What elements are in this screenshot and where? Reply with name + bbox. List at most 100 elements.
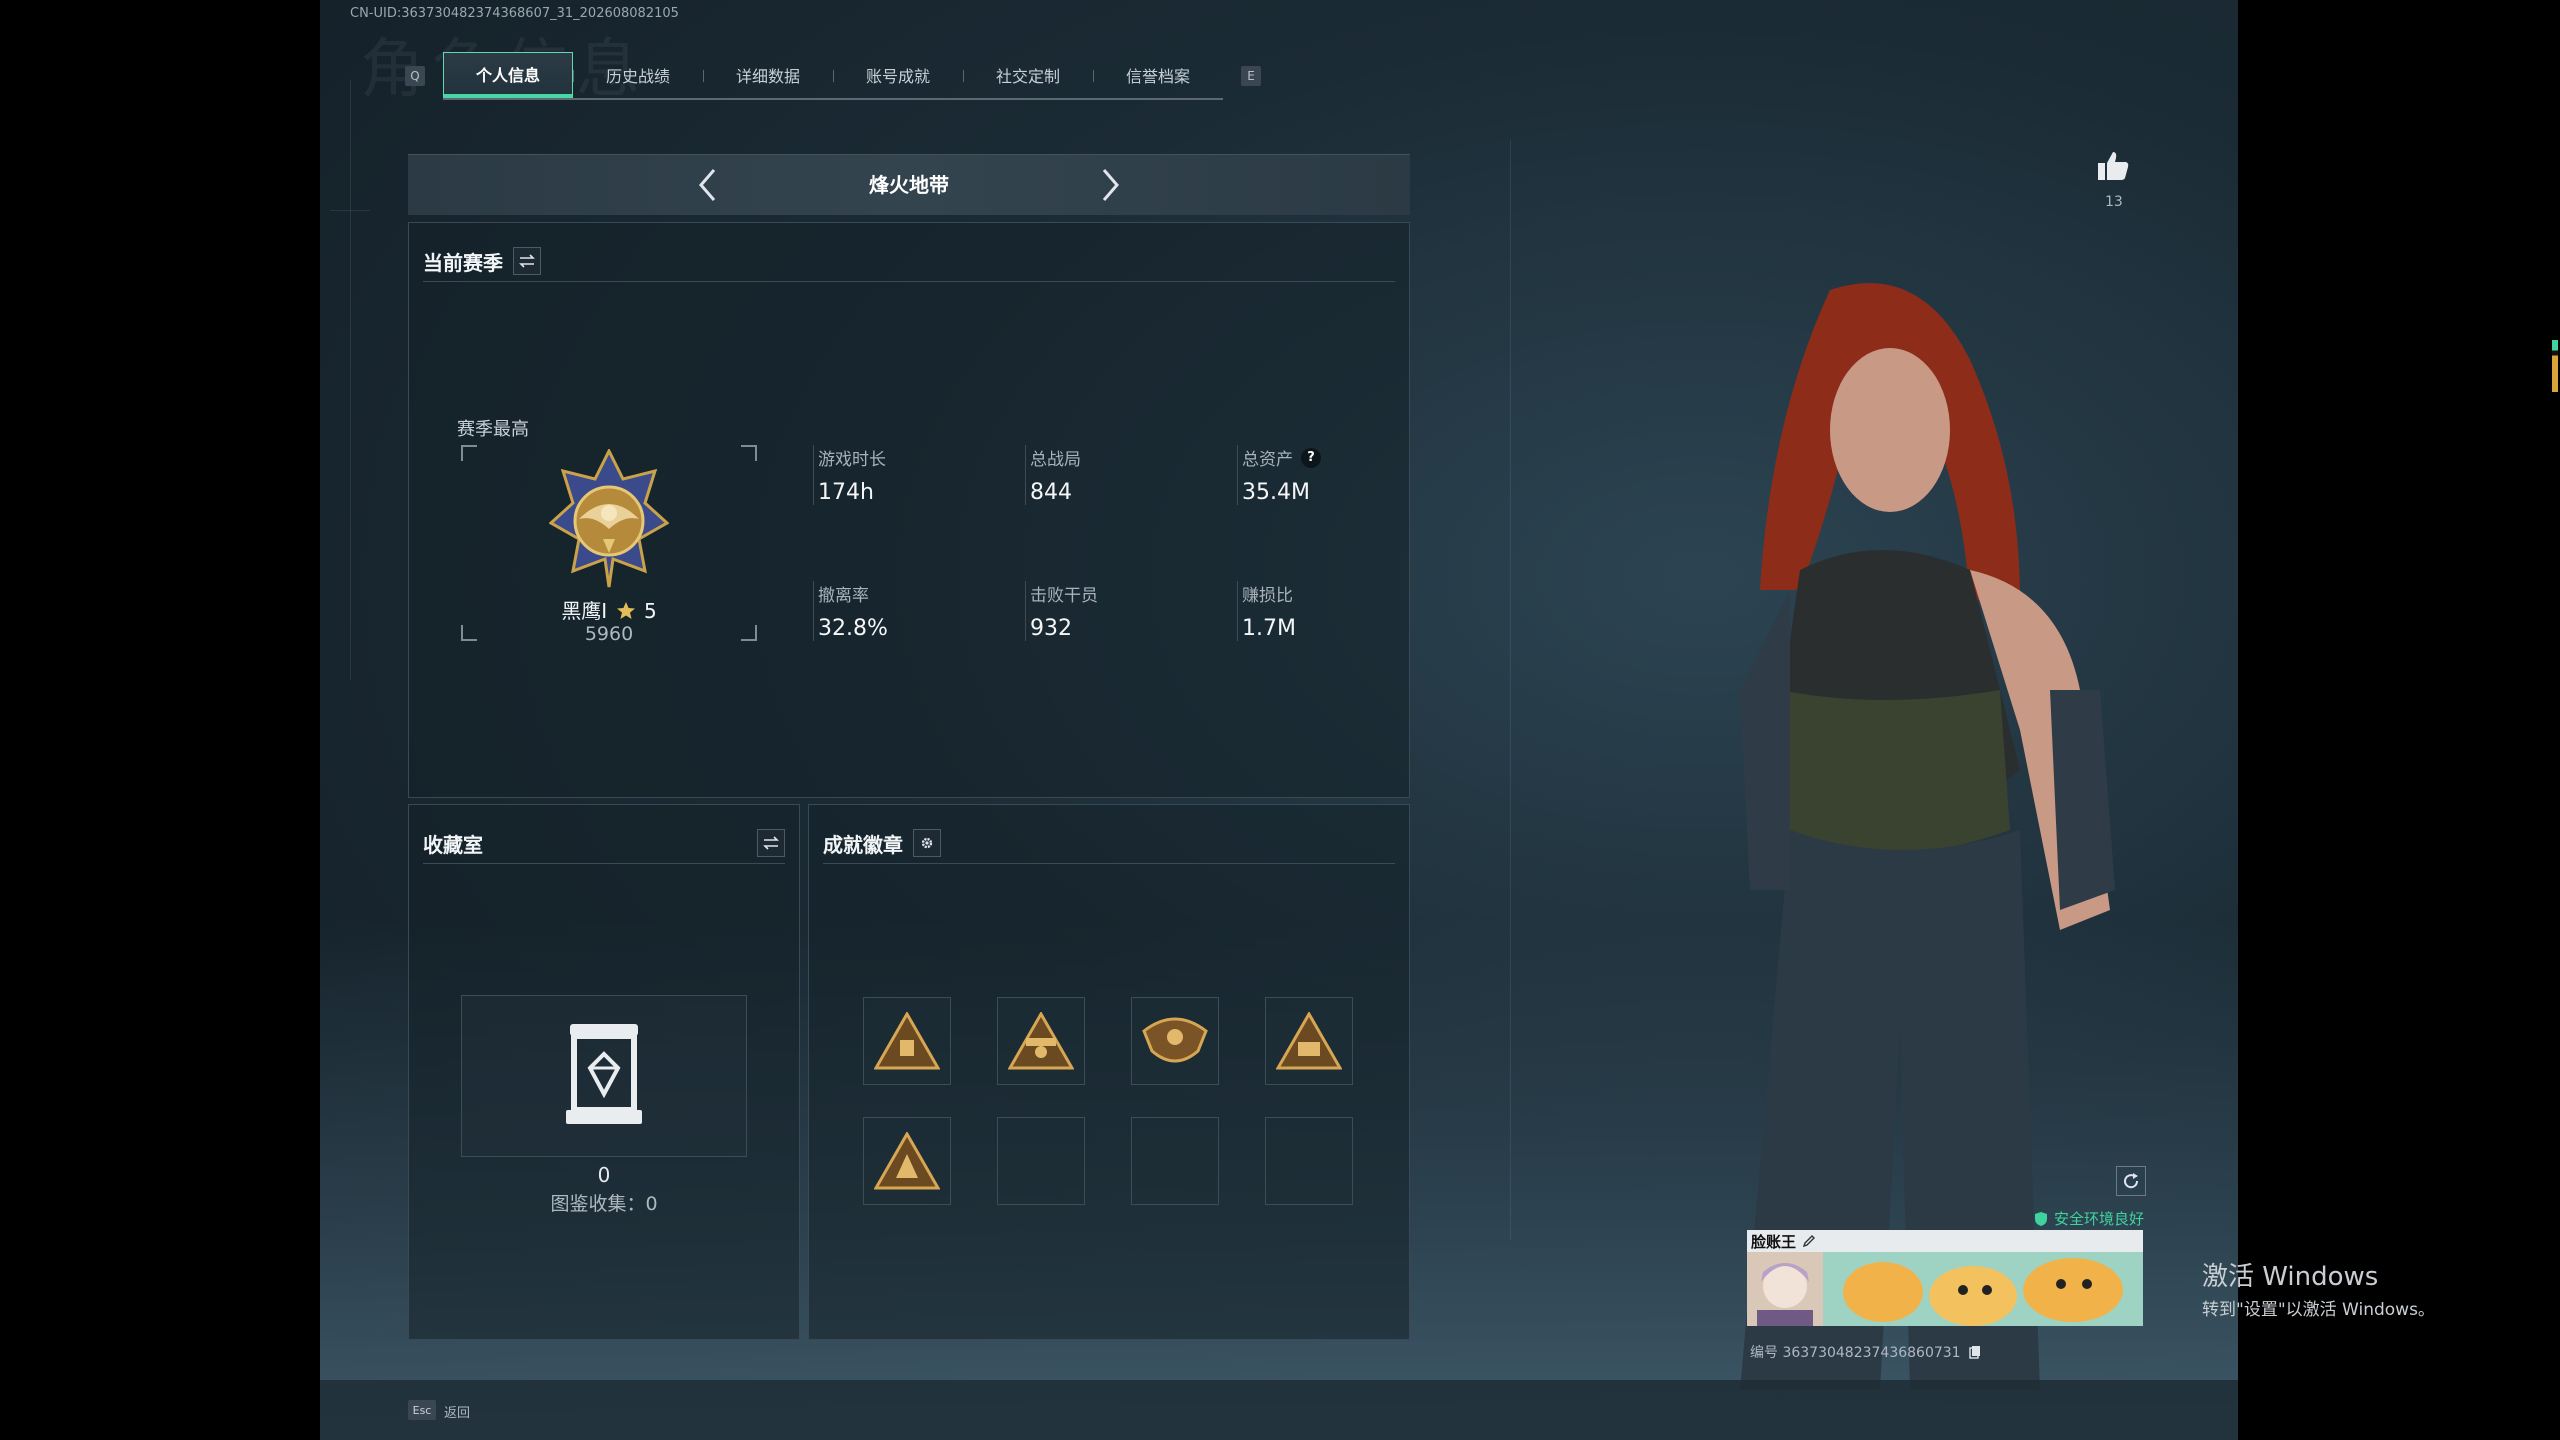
map-selector: 烽火地带	[408, 154, 1410, 215]
black-hawk-rank-emblem	[549, 449, 669, 588]
stat-label: 赚损比	[1242, 586, 1293, 606]
rank-name: 黑鹰I	[561, 599, 608, 623]
collection-display[interactable]	[461, 995, 747, 1157]
copy-icon[interactable]	[1969, 1345, 1981, 1359]
achievement-settings-button[interactable]	[913, 829, 941, 857]
map-name: 烽火地带	[869, 173, 949, 197]
panel-header: 成就徽章	[823, 823, 1395, 864]
collection-panel: 收藏室 0 图鉴收集：0	[408, 804, 800, 1340]
stat-total-matches: 总战局 844	[1025, 445, 1200, 505]
letterbox-left	[0, 0, 320, 1440]
tab-personal-info[interactable]: 个人信息	[443, 52, 573, 98]
badge-slot[interactable]	[863, 997, 951, 1085]
atlas-collection-label: 图鉴收集：0	[550, 1193, 658, 1215]
player-id-text: 编号 36373048237436860731	[1750, 1345, 1961, 1361]
achievement-panel: 成就徽章	[808, 804, 1410, 1340]
rank-stars: 5	[643, 599, 657, 623]
badge-slot[interactable]	[997, 997, 1085, 1085]
triangle-badge-icon	[874, 1012, 940, 1070]
environment-status: 安全环境良好	[2034, 1208, 2144, 1229]
chevron-left-icon	[699, 169, 716, 201]
badge-slot[interactable]	[863, 1117, 951, 1205]
divider	[423, 281, 1395, 282]
swap-icon	[763, 836, 779, 850]
panel-header: 当前赛季	[423, 241, 1395, 281]
badge-slot-empty[interactable]	[1131, 1117, 1219, 1205]
bottom-bar	[320, 1380, 2238, 1440]
map-prev-button[interactable]	[692, 169, 724, 201]
tab-account-achievements[interactable]: 账号成就	[833, 52, 963, 98]
achievement-title: 成就徽章	[823, 832, 903, 857]
badge-slot[interactable]	[1265, 997, 1353, 1085]
stat-value: 174h	[818, 480, 874, 505]
like-count: 13	[2105, 194, 2123, 210]
triangle-badge-icon	[1008, 1012, 1074, 1070]
refresh-button[interactable]	[2116, 1166, 2146, 1196]
tab-credit-record[interactable]: 信誉档案	[1093, 52, 1223, 98]
environment-status-text: 安全环境良好	[2053, 1210, 2144, 1228]
badge-slot-empty[interactable]	[1265, 1117, 1353, 1205]
hud-line	[330, 210, 370, 211]
stat-play-time: 游戏时长 174h	[813, 445, 988, 505]
stat-value: 1.7M	[1242, 616, 1296, 641]
collection-switch-button[interactable]	[757, 829, 785, 857]
like-button[interactable]	[2096, 150, 2130, 186]
stat-value: 844	[1030, 480, 1072, 505]
tab-bar: Q 个人信息 历史战绩 详细数据 账号成就 社交定制 信誉档案 E	[405, 52, 1261, 100]
star-icon	[616, 602, 635, 619]
refresh-icon	[2124, 1173, 2139, 1189]
season-best-label: 赛季最高	[457, 419, 529, 440]
badge-slot[interactable]	[1131, 997, 1219, 1085]
stat-profit-loss-ratio: 赚损比 1.7M	[1237, 581, 1412, 641]
badge-slot-empty[interactable]	[997, 1117, 1085, 1205]
activation-subtitle: 转到"设置"以激活 Windows。	[2202, 1300, 2435, 1320]
map-next-button[interactable]	[1094, 169, 1126, 201]
current-season-title: 当前赛季	[423, 250, 503, 275]
display-case-icon	[566, 1024, 642, 1124]
game-viewport: 角色信息 CN-UID:363730482374368607_31_202608…	[320, 0, 2238, 1440]
esc-key[interactable]: Esc	[408, 1400, 436, 1420]
side-indicator	[2552, 340, 2558, 392]
player-banner	[1747, 1252, 2143, 1326]
triangle-badge-icon	[874, 1132, 940, 1190]
triangle-badge-icon	[1276, 1012, 1342, 1070]
windows-activation-watermark: 激活 Windows 转到"设置"以激活 Windows。	[2202, 1256, 2435, 1320]
collection-count: 0	[597, 1163, 611, 1187]
stat-operators-defeated: 击败干员 932	[1025, 581, 1200, 641]
back-label[interactable]: 返回	[444, 1402, 470, 1421]
tab-prev-key[interactable]: Q	[405, 66, 425, 86]
hud-line	[350, 80, 351, 680]
tab-strip: 个人信息 历史战绩 详细数据 账号成就 社交定制 信誉档案	[443, 52, 1223, 100]
stat-extraction-rate: 撤离率 32.8%	[813, 581, 988, 641]
player-name: 脸账王	[1751, 1232, 1797, 1251]
thumbs-up-icon	[2098, 152, 2129, 180]
chevron-right-icon	[1102, 169, 1119, 201]
rank-score: 5960	[584, 623, 634, 645]
stat-total-assets: 总资产? 35.4M	[1237, 445, 1412, 505]
gear-icon	[921, 837, 933, 849]
swap-icon	[519, 254, 535, 268]
tab-social-custom[interactable]: 社交定制	[963, 52, 1093, 98]
player-card[interactable]: 脸账王	[1747, 1230, 2143, 1340]
player-avatar	[1747, 1252, 1823, 1326]
stat-label: 总资产	[1242, 450, 1293, 470]
tab-detailed-data[interactable]: 详细数据	[703, 52, 833, 98]
season-switch-button[interactable]	[513, 247, 541, 275]
player-id: 编号 36373048237436860731	[1750, 1342, 1981, 1362]
tab-next-key[interactable]: E	[1241, 66, 1261, 86]
uid-text: CN-UID:363730482374368607_31_20260808210…	[350, 6, 679, 21]
stat-value: 32.8%	[818, 616, 888, 641]
collection-title: 收藏室	[423, 832, 483, 857]
tab-match-history[interactable]: 历史战绩	[573, 52, 703, 98]
current-season-panel: 当前赛季 赛季最高 黑鹰I 5 5960 游戏时长 174h 总战局 844 总…	[408, 222, 1410, 798]
player-name-row: 脸账王	[1747, 1230, 2143, 1252]
eagle-badge-icon	[1142, 1017, 1208, 1063]
stat-label: 撤离率	[818, 586, 869, 606]
edit-icon[interactable]	[1802, 1234, 1816, 1248]
help-icon[interactable]: ?	[1301, 447, 1321, 468]
panel-header: 收藏室	[423, 823, 785, 864]
corner-bracket	[741, 445, 757, 461]
shield-icon	[2034, 1211, 2047, 1226]
stat-label: 总战局	[1030, 450, 1081, 470]
stat-value: 932	[1030, 616, 1072, 641]
